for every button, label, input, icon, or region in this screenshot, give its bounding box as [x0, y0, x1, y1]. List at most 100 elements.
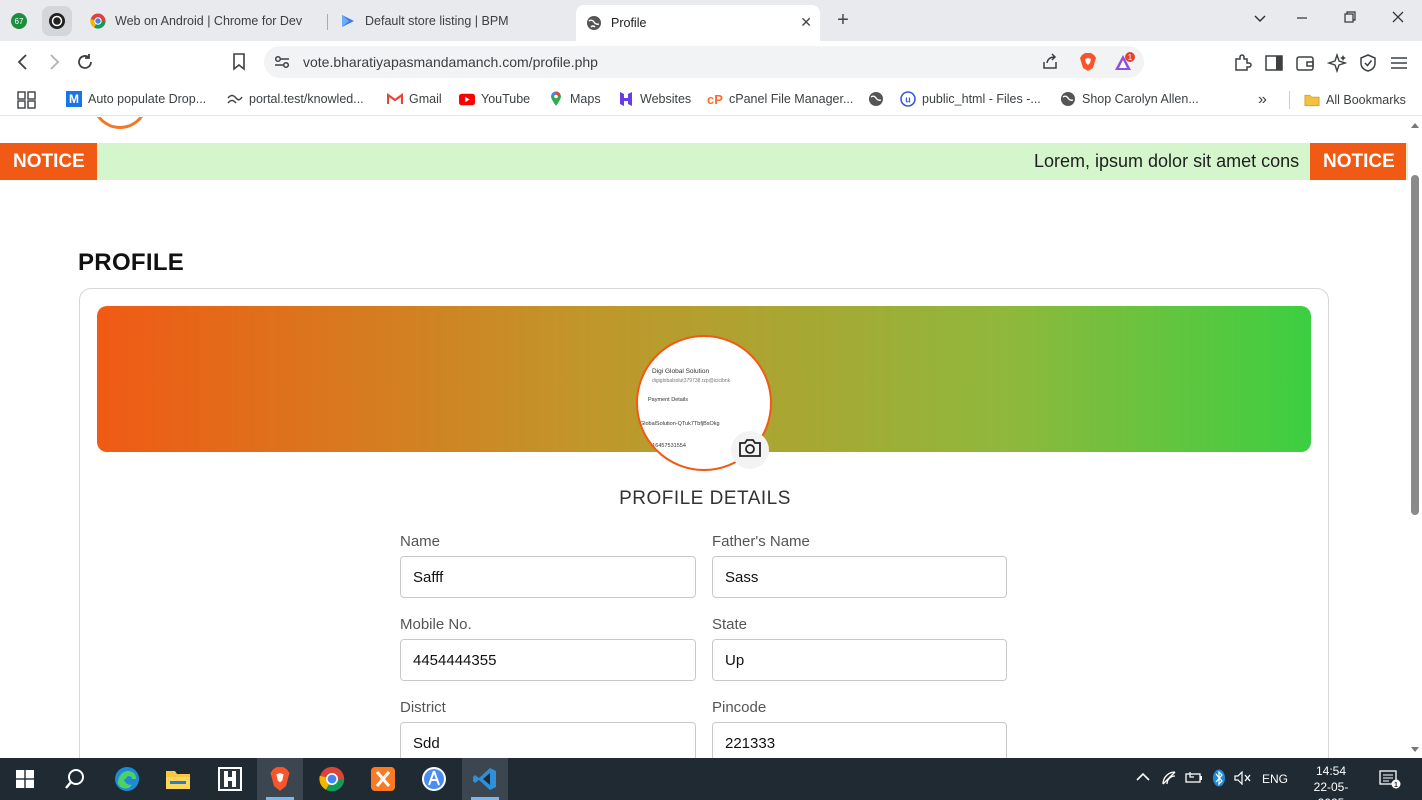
start-button[interactable] — [2, 758, 48, 800]
language-indicator[interactable]: ENG — [1262, 772, 1288, 786]
close-window-button[interactable] — [1386, 10, 1410, 26]
change-photo-button[interactable] — [731, 431, 769, 469]
rewards-badge: 1 — [1128, 53, 1133, 62]
bookmark-maps[interactable]: Maps — [548, 91, 601, 107]
page-scrollbar[interactable] — [1408, 117, 1422, 758]
back-button[interactable] — [11, 50, 35, 74]
notice-label-left: NOTICE — [0, 143, 97, 180]
vpn-shield-icon[interactable] — [1358, 53, 1378, 73]
name-field[interactable]: Safff — [400, 556, 696, 598]
bookmark-auto-populate[interactable]: M Auto populate Drop... — [66, 91, 206, 107]
pincode-field[interactable]: 221333 — [712, 722, 1007, 758]
minimize-button[interactable] — [1290, 10, 1314, 26]
app-h-taskbar-item[interactable] — [207, 758, 253, 800]
new-tab-button[interactable]: + — [832, 9, 854, 31]
close-tab-icon[interactable]: ✕ — [800, 14, 812, 31]
profile-card: Digi Global Solution digiglobalsolut3797… — [79, 288, 1329, 758]
scroll-up-arrow-icon[interactable] — [1411, 123, 1419, 128]
scrollbar-thumb[interactable] — [1411, 175, 1419, 515]
brave-shields-icon[interactable] — [1078, 52, 1098, 77]
bookmark-label: Auto populate Drop... — [88, 92, 207, 106]
tab-profile[interactable]: Profile ✕ — [576, 5, 820, 41]
edge-taskbar-item[interactable] — [104, 758, 150, 800]
bookmarks-overflow-button[interactable]: » — [1258, 91, 1267, 109]
xampp-taskbar-item[interactable] — [360, 758, 406, 800]
menu-icon[interactable] — [1389, 53, 1409, 73]
extensions-icon[interactable] — [1232, 53, 1252, 73]
bookmark-shop-carolyn[interactable]: Shop Carolyn Allen... — [1060, 91, 1199, 107]
show-hidden-icons-button[interactable] — [1136, 771, 1150, 785]
public-html-icon: u — [900, 91, 916, 107]
page-title: PROFILE — [78, 249, 185, 276]
apps-icon[interactable] — [17, 91, 37, 109]
tab-default-store-listing[interactable]: Default store listing | BPM — [330, 5, 570, 37]
camera-icon — [738, 438, 762, 463]
sidebar-icon[interactable] — [1264, 53, 1284, 73]
folder-icon — [1304, 92, 1320, 108]
avatar-image-text: Digi Global Solution — [652, 368, 710, 375]
globe-icon — [1060, 91, 1076, 107]
tab-group-icon[interactable]: 67 — [4, 6, 34, 36]
clock-date: 22-05-2025 — [1313, 780, 1349, 800]
tab-web-on-android[interactable]: Web on Android | Chrome for Dev — [80, 5, 326, 37]
father-name-field[interactable]: Sass — [712, 556, 1007, 598]
bookmark-label: Websites — [640, 92, 692, 106]
tab-search-icon[interactable] — [1248, 10, 1272, 26]
bookmark-websites[interactable]: Websites — [618, 91, 691, 107]
father-name-label: Father's Name — [712, 533, 810, 550]
mobile-field[interactable]: 4454444355 — [400, 639, 696, 681]
vscode-taskbar-item[interactable] — [462, 758, 508, 800]
district-field[interactable]: Sdd — [400, 722, 696, 758]
site-settings-icon[interactable] — [272, 52, 292, 77]
wallet-icon[interactable] — [1295, 53, 1315, 73]
search-button[interactable] — [52, 758, 98, 800]
tab-title: Web on Android | Chrome for Dev — [115, 14, 303, 28]
notifications-icon[interactable]: 1 — [1379, 769, 1401, 792]
share-icon[interactable] — [1041, 53, 1059, 76]
state-field[interactable]: Up — [712, 639, 1007, 681]
taskbar-clock[interactable]: 14:54 22-05-2025 — [1302, 763, 1360, 800]
volume-muted-icon[interactable] — [1234, 770, 1252, 788]
scroll-down-arrow-icon[interactable] — [1411, 747, 1419, 752]
address-bar[interactable]: vote.bharatiyapasmandamanch.com/profile.… — [264, 46, 1144, 78]
bookmark-public-html[interactable]: u public_html - Files -... — [900, 91, 1041, 107]
folder-icon — [166, 771, 190, 789]
brave-icon — [270, 767, 290, 791]
cpanel-icon: cP — [707, 91, 723, 107]
restore-button[interactable] — [1338, 10, 1362, 26]
bookmark-icon[interactable] — [227, 50, 251, 74]
youtube-icon — [459, 91, 475, 107]
brave-rewards-icon[interactable]: 1 — [1113, 52, 1137, 79]
forward-button[interactable] — [42, 50, 66, 74]
vscode-icon — [473, 768, 496, 790]
bookmark-cpanel[interactable]: cP cPanel File Manager... — [707, 91, 853, 107]
openai-tab-icon[interactable] — [42, 6, 72, 36]
h-app-icon — [218, 767, 242, 791]
bluetooth-icon[interactable] — [1212, 769, 1226, 790]
chrome-taskbar-item[interactable] — [309, 758, 355, 800]
notice-bar: Lorem, ipsum dolor sit amet cons NOTICE … — [0, 143, 1408, 180]
bookmark-gmail[interactable]: Gmail — [387, 91, 442, 107]
notice-marquee-text: Lorem, ipsum dolor sit amet cons — [1034, 151, 1300, 171]
avatar-image-text: digiglobalsolut379738.rzp@icicibnk — [652, 378, 731, 384]
site-logo[interactable] — [92, 117, 148, 129]
bookmark-youtube[interactable]: YouTube — [459, 91, 530, 107]
bookmark-globe[interactable] — [868, 91, 890, 107]
profile-details-heading: PROFILE DETAILS — [619, 488, 791, 509]
browser-tab-strip: 67 Web on Android | Chrome for Dev Defau… — [0, 0, 1422, 41]
bookmark-label: All Bookmarks — [1326, 93, 1406, 107]
url-text: vote.bharatiyapasmandamanch.com/profile.… — [303, 54, 598, 70]
battery-icon[interactable] — [1185, 771, 1203, 788]
avatar-image-text: 930316457531554 — [640, 443, 686, 449]
svg-text:1: 1 — [1394, 782, 1398, 789]
network-icon[interactable] — [1161, 770, 1179, 789]
brave-taskbar-item[interactable] — [257, 758, 303, 800]
maps-pin-icon — [548, 91, 564, 107]
reload-button[interactable] — [73, 50, 97, 74]
all-bookmarks-folder[interactable]: All Bookmarks — [1289, 91, 1406, 109]
xampp-icon — [371, 767, 395, 791]
leo-ai-icon[interactable] — [1326, 52, 1348, 74]
android-studio-taskbar-item[interactable] — [411, 758, 457, 800]
file-explorer-taskbar-item[interactable] — [155, 758, 201, 800]
bookmark-portal-test[interactable]: portal.test/knowled... — [227, 91, 364, 107]
